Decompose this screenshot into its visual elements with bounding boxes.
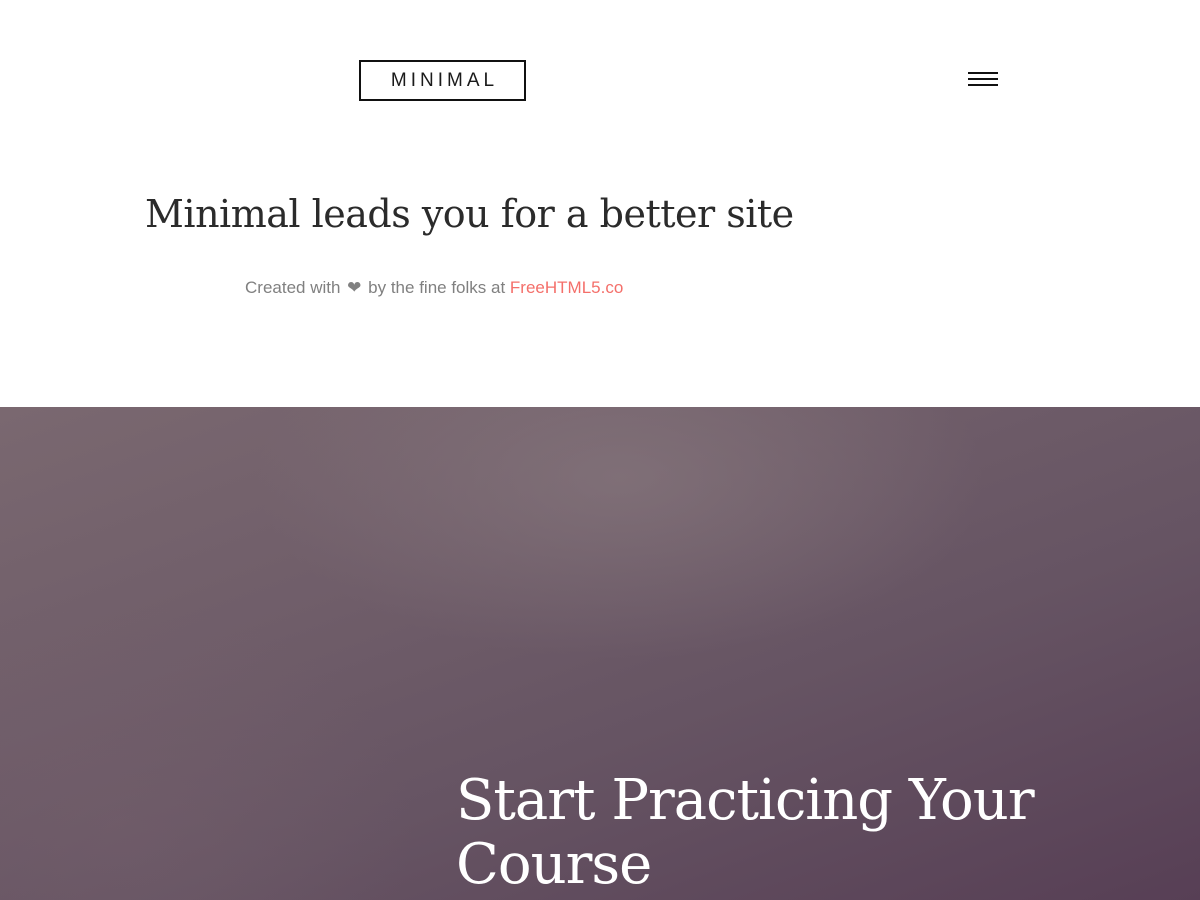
hero-title: Minimal leads you for a better site — [145, 192, 794, 236]
menu-bar-middle — [968, 78, 998, 80]
site-logo[interactable]: MINIMAL — [359, 60, 526, 101]
heart-icon: ❤ — [347, 278, 362, 297]
feature-title: Start Practicing Your Course — [456, 768, 1035, 897]
credit-middle: by the fine folks at — [368, 278, 506, 297]
feature-banner: Start Practicing Your Course — [0, 407, 1200, 900]
credit-prefix: Created with — [245, 278, 341, 297]
menu-bar-top — [968, 72, 998, 74]
credit-line: Created with ❤ by the fine folks at Free… — [245, 276, 623, 300]
hamburger-menu-icon[interactable] — [968, 70, 998, 90]
menu-bar-bottom — [968, 84, 998, 86]
site-header: MINIMAL — [0, 0, 1200, 160]
freehtml5-link[interactable]: FreeHTML5.co — [510, 278, 623, 297]
